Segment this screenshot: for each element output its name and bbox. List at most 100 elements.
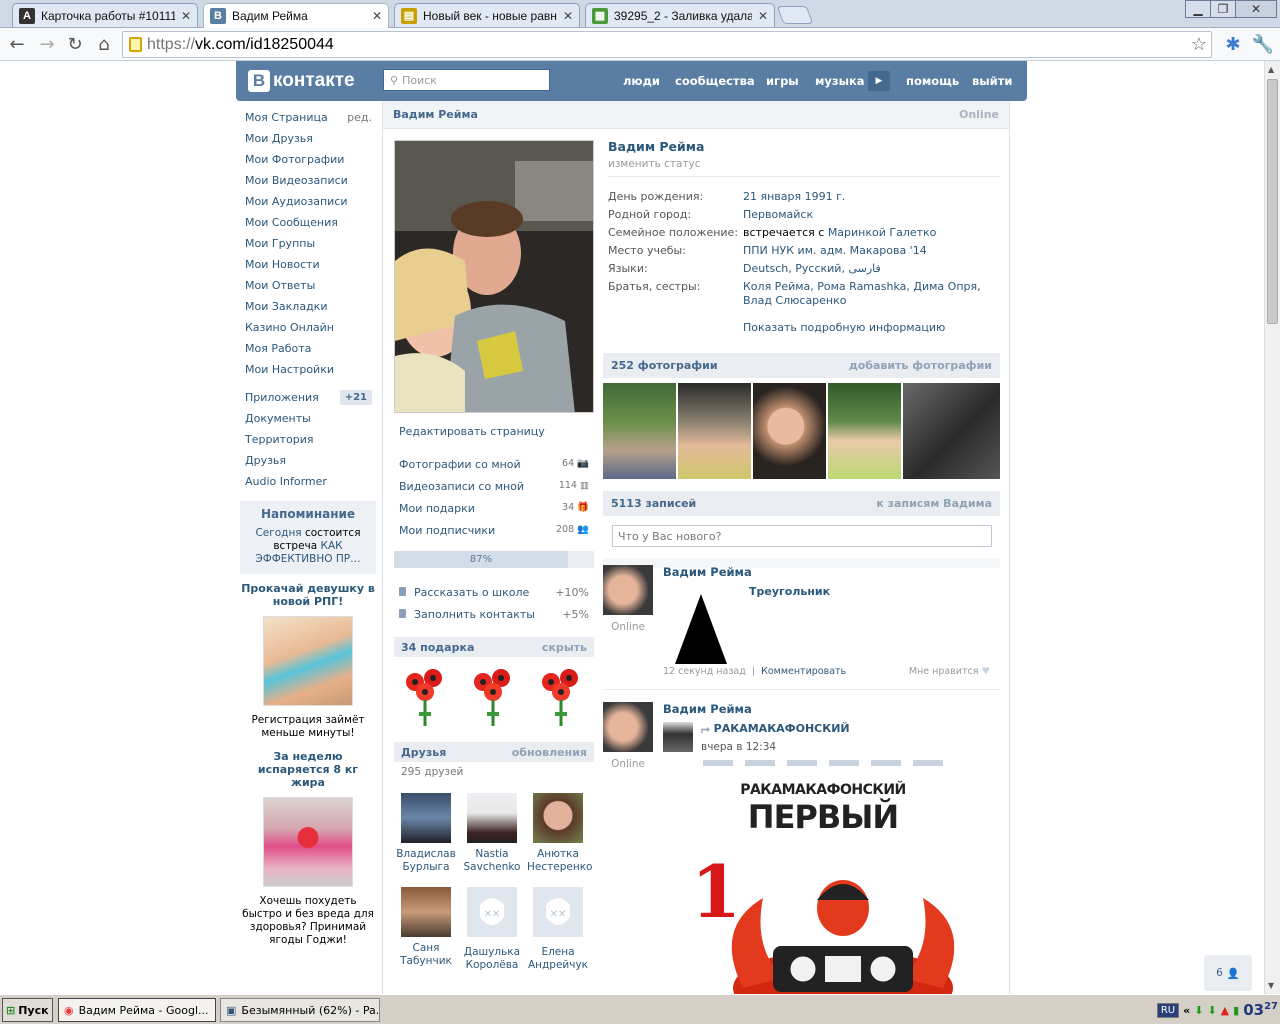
- photo-thumb[interactable]: [828, 383, 901, 479]
- post-author-avatar[interactable]: [603, 702, 653, 752]
- friend-first-name[interactable]: Анютка: [527, 848, 589, 861]
- change-status-link[interactable]: изменить статус: [608, 158, 1000, 177]
- default-avatar-icon[interactable]: ✕✕: [533, 887, 583, 937]
- info-value[interactable]: 21 января 1991 г.: [743, 190, 845, 204]
- maximize-button[interactable]: ❐: [1210, 0, 1236, 18]
- tab-close-icon[interactable]: ✕: [372, 9, 382, 23]
- photo-thumb[interactable]: [753, 383, 826, 479]
- post-author-name[interactable]: Вадим Рейма: [663, 565, 752, 579]
- forward-arrow-icon[interactable]: →: [35, 32, 59, 56]
- menu-my-videos[interactable]: Мои Видеозаписи: [236, 170, 380, 191]
- repost-image[interactable]: РАКАМАКАФОНСКИЙ ПЕРВЫЙ 1: [663, 758, 983, 994]
- close-window-button[interactable]: ✕: [1235, 0, 1277, 18]
- menu-my-audio[interactable]: Мои Аудиозаписи: [236, 191, 380, 212]
- nav-music[interactable]: музыка: [815, 74, 865, 88]
- post-author-avatar[interactable]: [603, 565, 653, 615]
- scroll-down-icon[interactable]: ▼: [1268, 981, 1274, 990]
- floating-online-friends[interactable]: 6 👤: [1204, 955, 1252, 991]
- friend-card[interactable]: Владислав Бурлыга: [395, 793, 457, 874]
- friend-last-name[interactable]: Нестеренко: [527, 861, 592, 874]
- partner-link[interactable]: Маринкой Галетко: [828, 226, 937, 239]
- address-bar[interactable]: https:// vk.com/id18250044 ☆: [122, 31, 1212, 58]
- edit-page-link[interactable]: Редактировать страницу: [399, 425, 545, 438]
- tab-close-icon[interactable]: ✕: [181, 9, 191, 23]
- friend-first-name[interactable]: Елена: [527, 946, 589, 959]
- friends-count[interactable]: 295 друзей: [401, 766, 463, 778]
- tab-close-icon[interactable]: ✕: [758, 9, 768, 23]
- my-gifts-link[interactable]: Мои подарки 34 🎁: [399, 502, 589, 515]
- menu-my-bookmarks[interactable]: Мои Закладки: [236, 296, 380, 317]
- friend-last-name[interactable]: Savchenko: [461, 861, 523, 874]
- gift-flowers-icon[interactable]: [469, 664, 517, 728]
- wall-owner-link[interactable]: к записям Вадима: [876, 497, 992, 510]
- menu-my-photos[interactable]: Мои Фотографии: [236, 149, 380, 170]
- menu-my-answers[interactable]: Мои Ответы: [236, 275, 380, 296]
- post-author-name[interactable]: Вадим Рейма: [663, 702, 752, 716]
- friend-photo[interactable]: [401, 793, 451, 843]
- friend-last-name[interactable]: Табунчик: [395, 955, 457, 968]
- friend-card[interactable]: Анютка Нестеренко: [527, 793, 592, 874]
- vk-logo[interactable]: В контакте: [248, 70, 355, 92]
- friend-photo[interactable]: [401, 887, 451, 937]
- new-tab-button[interactable]: [776, 6, 814, 24]
- gift-flowers-icon[interactable]: [401, 664, 449, 728]
- friends-updates-link[interactable]: обновления: [512, 746, 587, 759]
- tab-close-icon[interactable]: ✕: [563, 9, 573, 23]
- ad-image[interactable]: [263, 616, 353, 706]
- photo-thumb[interactable]: [678, 383, 751, 479]
- ad-block-1[interactable]: Прокачай девушку в новой РПГ! Регистраци…: [236, 582, 380, 740]
- menu-my-groups[interactable]: Мои Группы: [236, 233, 380, 254]
- menu-my-page[interactable]: Моя Страница ред.: [236, 107, 380, 128]
- photos-with-me-link[interactable]: Фотографии со мной 64 📷: [399, 458, 589, 471]
- friend-photo[interactable]: [533, 793, 583, 843]
- like-button[interactable]: Мне нравится ♥: [909, 666, 990, 677]
- repost-time[interactable]: вчера в 12:34: [701, 741, 776, 753]
- friend-photo[interactable]: [467, 793, 517, 843]
- friend-first-name[interactable]: Владислав: [395, 848, 457, 861]
- friend-card[interactable]: Nastia Savchenko: [461, 793, 523, 874]
- comment-link[interactable]: Комментировать: [761, 666, 846, 677]
- language-indicator[interactable]: RU: [1156, 1002, 1180, 1018]
- download-arrow-icon[interactable]: ⬇: [1194, 1004, 1203, 1017]
- friend-last-name[interactable]: Андрейчук: [527, 959, 589, 972]
- reminder-today-link[interactable]: Сегодня: [255, 527, 301, 539]
- videos-with-me-link[interactable]: Видеозаписи со мной 114 ▥: [399, 480, 589, 493]
- menu-my-friends[interactable]: Мои Друзья: [236, 128, 380, 149]
- start-button[interactable]: ⊞ Пуск: [2, 998, 53, 1022]
- friend-card[interactable]: Саня Табунчик: [395, 887, 457, 968]
- browser-tab-4[interactable]: ▦ 39295_2 - Заливка удалась ✕: [585, 3, 775, 27]
- minimize-button[interactable]: ▁: [1185, 0, 1211, 18]
- music-play-icon[interactable]: ▶: [868, 71, 890, 91]
- gift-flowers-icon[interactable]: [537, 664, 585, 728]
- home-icon[interactable]: ⌂: [92, 32, 116, 56]
- gifts-title[interactable]: 34 подарка: [401, 641, 474, 654]
- clock[interactable]: 0327: [1243, 1001, 1278, 1019]
- triangle-drawing[interactable]: [673, 592, 729, 666]
- post-time[interactable]: 12 секунд назад: [663, 666, 746, 677]
- info-value[interactable]: ППИ НУК им. адм. Макарова '14: [743, 244, 927, 258]
- nav-people[interactable]: люди: [623, 74, 660, 88]
- menu-my-work[interactable]: Моя Работа: [236, 338, 380, 359]
- menu-apps[interactable]: Приложения +21: [236, 387, 380, 408]
- download-arrow-icon[interactable]: ⬇: [1207, 1004, 1216, 1017]
- info-value[interactable]: Deutsch, Русский, فارسی: [743, 262, 881, 276]
- menu-audio-informer[interactable]: Audio Informer: [236, 471, 380, 492]
- friend-card[interactable]: ✕✕ Елена Андрейчук: [527, 887, 589, 972]
- search-input[interactable]: ⚲ Поиск: [383, 69, 550, 91]
- friend-last-name[interactable]: Бурлыга: [395, 861, 457, 874]
- nav-games[interactable]: игры: [766, 74, 799, 88]
- friend-first-name[interactable]: Дашулька: [461, 946, 523, 959]
- browser-tab-2[interactable]: B Вадим Рейма ✕: [203, 3, 389, 28]
- my-followers-link[interactable]: Мои подписчики 208 👥: [399, 524, 589, 537]
- menu-documents[interactable]: Документы: [236, 408, 380, 429]
- gifts-hide-link[interactable]: скрыть: [542, 641, 587, 654]
- repost-source-name[interactable]: РАКАМАКАФОНСКИЙ: [714, 722, 850, 735]
- repost-source[interactable]: ⮣ РАКАМАКАФОНСКИЙ: [701, 722, 850, 736]
- ad-title[interactable]: Прокачай девушку в новой РПГ!: [240, 582, 376, 608]
- wall-post-input[interactable]: Что у Вас нового?: [612, 525, 992, 547]
- friend-first-name[interactable]: Nastia: [461, 848, 523, 861]
- add-photos-link[interactable]: добавить фотографии: [849, 359, 992, 372]
- tray-expand-icon[interactable]: «: [1183, 1004, 1190, 1017]
- tip-school[interactable]: Рассказать о школе +10%: [399, 586, 589, 599]
- nav-help[interactable]: помощь: [906, 74, 959, 88]
